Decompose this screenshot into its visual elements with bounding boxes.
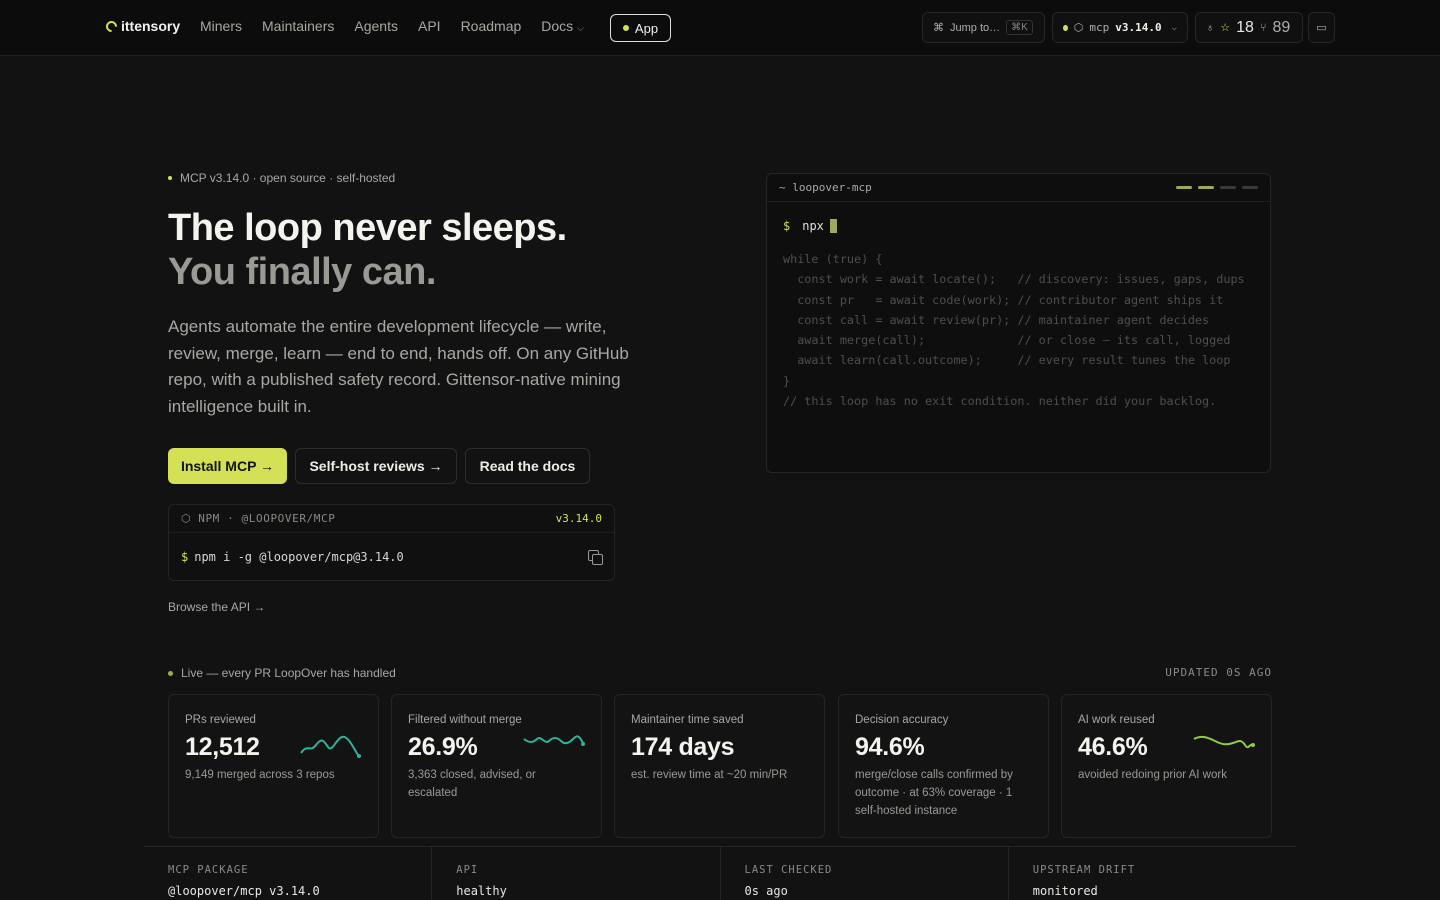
- stat-sub: 3,363 closed, advised, or escalated: [408, 769, 536, 799]
- terminal-code: while (true) { const work = await locate…: [783, 252, 1245, 409]
- chevron-down-icon: ⌵: [577, 23, 584, 33]
- terminal-header: ~ loopover-mcp: [767, 174, 1270, 202]
- terminal-prompt-text: npx: [802, 219, 824, 233]
- status-dot-icon: [622, 25, 629, 31]
- sparkline-icon: [523, 735, 585, 746]
- status-label: UPSTREAM DRIFT: [1032, 864, 1136, 876]
- star-count: 18: [1236, 18, 1254, 36]
- read-docs-button[interactable]: Read the docs: [465, 448, 590, 484]
- nav-link-docs[interactable]: Docs ⌵: [541, 18, 584, 34]
- npm-label: NPM · @LOOPOVER/MCP: [198, 512, 336, 525]
- prompt-symbol: $: [181, 550, 189, 564]
- theme-toggle-button[interactable]: ▭: [1308, 12, 1335, 43]
- stat-label: Filtered without merge: [408, 714, 522, 726]
- hero-subtitle: You finally can.: [168, 251, 436, 293]
- nav-link-roadmap[interactable]: Roadmap: [461, 18, 522, 34]
- nav-link-miners[interactable]: Miners: [200, 18, 242, 34]
- status-cell-last-checked: LAST CHECKED 0s ago: [721, 847, 1009, 900]
- stat-sub: merge/close calls confirmed by outcome ·…: [855, 769, 1013, 817]
- app-button[interactable]: App: [610, 14, 671, 42]
- stat-card-decision-accuracy: Decision accuracy 94.6% merge/close call…: [838, 694, 1049, 838]
- chevron-down-icon: ⌵: [1171, 22, 1177, 33]
- logo-text: ittensory: [121, 18, 181, 34]
- jump-to-button[interactable]: ⌘ Jump to… ⌘K: [922, 12, 1045, 43]
- star-icon: ☆: [1220, 22, 1231, 34]
- stat-label: AI work reused: [1078, 714, 1155, 726]
- npm-command[interactable]: npm i -g @loopover/mcp@3.14.0: [194, 550, 404, 564]
- status-strip: MCP PACKAGE @loopover/mcp v3.14.0 API he…: [144, 846, 1296, 900]
- package-icon: ⬡: [181, 512, 192, 525]
- npm-version: v3.14.0: [555, 512, 602, 525]
- status-value: monitored: [1032, 884, 1098, 898]
- terminal-title: ~ loopover-mcp: [779, 181, 872, 194]
- nav-link-maintainers[interactable]: Maintainers: [262, 18, 334, 34]
- top-nav: ittensory Miners Maintainers Agents API …: [0, 0, 1440, 56]
- status-value: @loopover/mcp v3.14.0: [168, 884, 320, 898]
- cursor-icon: [829, 219, 837, 233]
- npm-command-row: $ npm i -g @loopover/mcp@3.14.0: [169, 533, 614, 581]
- stat-label: PRs reviewed: [185, 714, 256, 726]
- stat-value: 94.6%: [855, 733, 925, 761]
- status-label: LAST CHECKED: [744, 864, 833, 876]
- hero-eyebrow-text: MCP v3.14.0 · open source · self-hosted: [180, 171, 396, 185]
- fork-icon: ⑂: [1259, 21, 1267, 34]
- status-label: API: [456, 864, 479, 876]
- self-host-reviews-button[interactable]: Self-host reviews →: [295, 448, 457, 484]
- sparkline-icon: [1193, 735, 1255, 749]
- status-value: healthy: [456, 884, 507, 898]
- status-dot-icon: [168, 176, 172, 180]
- terminal-panel: ~ loopover-mcp $ npx while (true) { cons…: [766, 173, 1271, 473]
- stat-card-filtered: Filtered without merge 26.9% 3,363 close…: [391, 694, 602, 838]
- monitor-icon: ▭: [1316, 22, 1327, 34]
- npm-box-header: ⬡ NPM · @LOOPOVER/MCP v3.14.0: [169, 505, 614, 533]
- hero-eyebrow: MCP v3.14.0 · open source · self-hosted: [168, 171, 395, 185]
- status-dot-icon: [1063, 24, 1068, 31]
- status-value: 0s ago: [744, 884, 788, 898]
- live-label: Live — every PR LoopOver has handled: [168, 666, 396, 680]
- stat-label: Maintainer time saved: [631, 714, 744, 726]
- prompt-symbol: $: [783, 219, 791, 233]
- live-dot-icon: [168, 670, 173, 676]
- stat-card-ai-reused: AI work reused 46.6% avoided redoing pri…: [1061, 694, 1272, 838]
- github-stats[interactable]: ♁ ☆ 18 ⑂ 89: [1195, 12, 1303, 43]
- status-cell-api: API healthy: [432, 847, 721, 900]
- hero-title: The loop never sleeps.: [168, 207, 567, 249]
- hero-lede: Agents automate the entire development l…: [168, 317, 629, 416]
- stat-sub: avoided redoing prior AI work: [1078, 769, 1227, 781]
- logo-icon: [103, 18, 120, 34]
- npm-install-box: ⬡ NPM · @LOOPOVER/MCP v3.14.0 $ npm i -g …: [168, 504, 615, 581]
- logo[interactable]: ittensory: [103, 18, 181, 34]
- nav-link-agents[interactable]: Agents: [354, 18, 398, 34]
- status-cell-mcp-package: MCP PACKAGE @loopover/mcp v3.14.0: [144, 847, 433, 900]
- sparkline-icon: [300, 735, 361, 758]
- copy-icon[interactable]: [588, 550, 603, 565]
- github-icon: ♁: [1206, 21, 1215, 34]
- package-icon: ⬡: [1073, 21, 1084, 34]
- updated-timestamp: UPDATED 0S AGO: [1165, 666, 1272, 679]
- mcp-label: mcp: [1089, 21, 1110, 34]
- browse-api-link[interactable]: Browse the API →: [168, 600, 265, 614]
- status-cell-upstream-drift: UPSTREAM DRIFT monitored: [1009, 847, 1296, 900]
- stat-card-time-saved: Maintainer time saved 174 days est. revi…: [614, 694, 825, 838]
- nav-link-docs-label: Docs: [541, 18, 574, 34]
- status-label: MCP PACKAGE: [168, 864, 249, 876]
- app-button-label: App: [634, 20, 659, 36]
- nav-links: Miners Maintainers Agents API Roadmap Do…: [200, 18, 584, 34]
- jump-to-label: Jump to…: [950, 21, 1001, 34]
- stat-sub: est. review time at ~20 min/PR: [631, 769, 788, 781]
- mcp-version: v3.14.0: [1115, 21, 1162, 34]
- fork-count: 89: [1272, 18, 1291, 36]
- stat-label: Decision accuracy: [855, 714, 949, 726]
- stat-card-prs-reviewed: PRs reviewed 12,512 9,149 merged across …: [168, 694, 379, 838]
- stat-sub: 9,149 merged across 3 repos: [185, 769, 335, 781]
- stat-value: 174 days: [631, 733, 735, 761]
- command-icon: ⌘: [933, 22, 944, 34]
- mcp-version-select[interactable]: ⬡ mcp v3.14.0 ⌵: [1052, 12, 1188, 43]
- nav-link-api[interactable]: API: [418, 18, 441, 34]
- install-mcp-button[interactable]: Install MCP →: [168, 448, 287, 484]
- jump-to-shortcut: ⌘K: [1006, 20, 1033, 35]
- terminal-progress-bars: [1176, 186, 1258, 189]
- live-label-text: Live — every PR LoopOver has handled: [181, 666, 396, 680]
- terminal-prompt: $ npx: [767, 202, 1270, 233]
